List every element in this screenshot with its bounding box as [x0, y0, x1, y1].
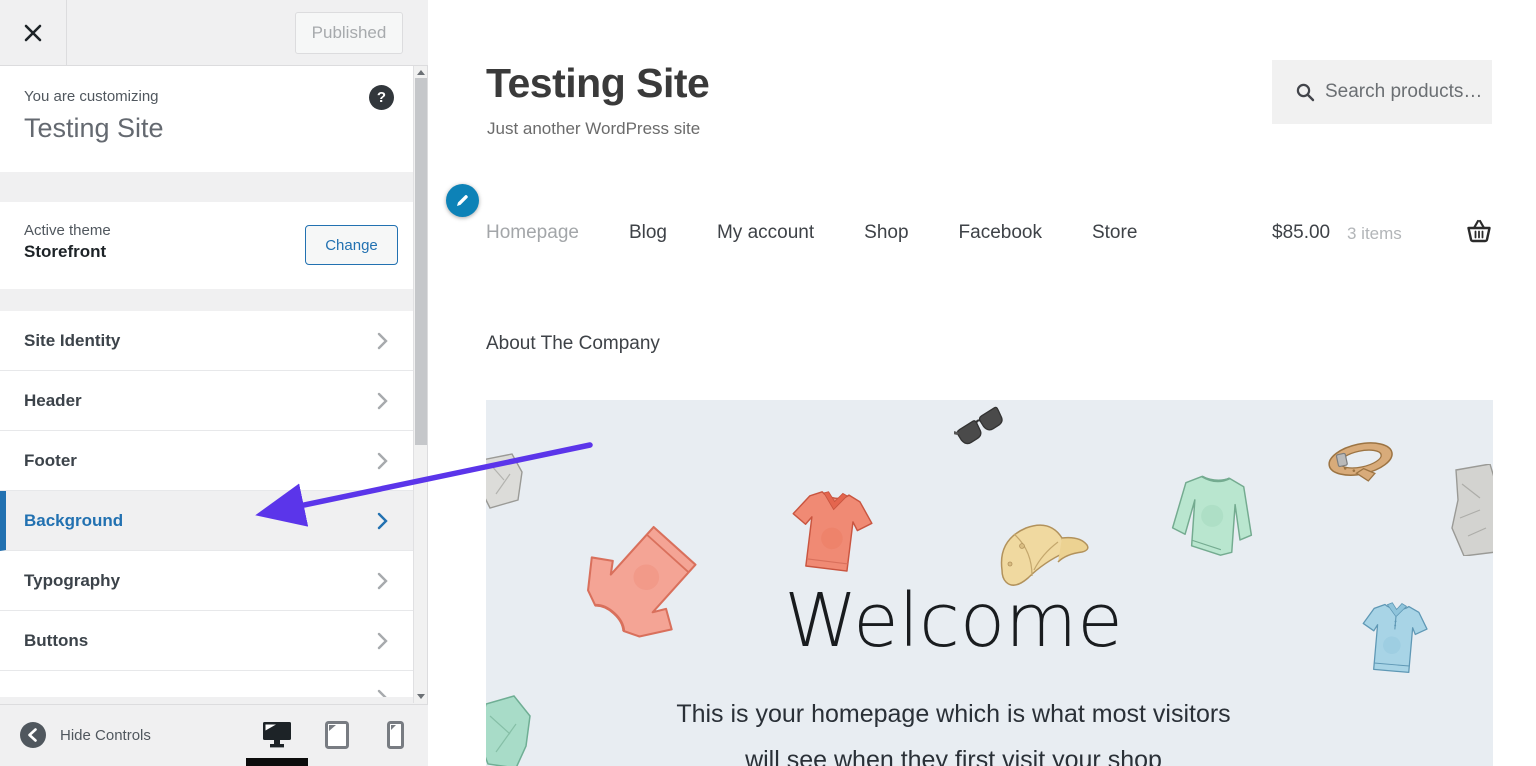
site-title[interactable]: Testing Site	[486, 60, 709, 107]
change-theme-button[interactable]: Change	[305, 225, 398, 265]
search-icon	[1296, 83, 1315, 102]
chevron-right-icon	[377, 512, 388, 530]
edit-shortcut-button[interactable]	[446, 184, 479, 217]
hero-heading: Welcome	[486, 578, 1421, 664]
published-button[interactable]: Published	[295, 12, 403, 54]
scrollbar-thumb[interactable]	[415, 78, 427, 445]
chevron-right-icon	[377, 689, 388, 697]
chevron-right-icon	[377, 452, 388, 470]
hide-controls-button[interactable]: Hide Controls	[20, 722, 151, 748]
sidebar-item-header[interactable]: Header	[0, 371, 414, 431]
nav-item-store[interactable]: Store	[1092, 222, 1137, 244]
wordpress-customizer-screen: Published You are customizing Testing Si…	[0, 0, 1536, 766]
customizer-menu: Site Identity Header Footer Background T…	[0, 311, 414, 697]
active-theme-panel: Active theme Storefront Change	[0, 202, 414, 289]
search-input[interactable]	[1325, 81, 1485, 103]
sidebar-item-typography[interactable]: Typography	[0, 551, 414, 611]
preview-mobile-button[interactable]	[387, 721, 404, 754]
chevron-right-icon	[377, 632, 388, 650]
sunglasses-illustration	[954, 400, 1008, 456]
sidebar-item-footer[interactable]: Footer	[0, 431, 414, 491]
shorts-illustration	[1450, 464, 1493, 556]
homepage-hero: Welcome This is your homepage which is w…	[486, 400, 1493, 766]
secondary-navigation: About The Company	[486, 322, 1493, 366]
site-tagline: Just another WordPress site	[487, 119, 700, 139]
site-preview: Testing Site Just another WordPress site…	[428, 0, 1536, 766]
basket-icon	[1466, 219, 1492, 243]
customizing-panel: You are customizing Testing Site ?	[0, 66, 414, 172]
cart-item-count: 3 items	[1347, 224, 1402, 244]
product-search-box[interactable]	[1272, 60, 1492, 124]
you-are-customizing-label: You are customizing	[24, 88, 390, 105]
nav-item-facebook[interactable]: Facebook	[959, 222, 1042, 244]
desktop-icon	[262, 721, 292, 749]
pencil-icon	[455, 193, 470, 208]
collapse-left-icon	[20, 722, 46, 748]
sidebar-scrollbar[interactable]	[413, 66, 427, 703]
close-customizer-button[interactable]	[0, 0, 67, 65]
sidebar-item-site-identity[interactable]: Site Identity	[0, 311, 414, 371]
close-icon	[24, 24, 42, 42]
nav-item-blog[interactable]: Blog	[629, 222, 667, 244]
cart-basket-button[interactable]	[1466, 219, 1492, 248]
customizing-site-name: Testing Site	[24, 113, 390, 144]
chevron-right-icon	[377, 572, 388, 590]
sidebar-item-buttons[interactable]: Buttons	[0, 611, 414, 671]
cart-total[interactable]: $85.00	[1272, 222, 1330, 244]
preview-desktop-button[interactable]	[262, 721, 292, 754]
primary-navigation: Homepage Blog My account Shop Facebook S…	[486, 206, 1493, 260]
nav-item-my-account[interactable]: My account	[717, 222, 814, 244]
v-neck-tshirt-illustration	[786, 482, 876, 580]
nav-item-about-the-company[interactable]: About The Company	[486, 333, 660, 355]
nav-item-shop[interactable]: Shop	[864, 222, 908, 244]
crumpled-shirt-illustration	[486, 450, 524, 512]
customizer-sidebar: Published You are customizing Testing Si…	[0, 0, 428, 766]
smartphone-icon	[387, 721, 404, 749]
hero-paragraph-line2: will see when they first visit your shop	[486, 746, 1421, 766]
customizer-topbar: Published	[0, 0, 428, 66]
hero-paragraph-line1: This is your homepage which is what most…	[486, 700, 1421, 729]
hide-controls-label: Hide Controls	[60, 727, 151, 744]
preview-tablet-button[interactable]	[325, 721, 349, 754]
scroll-up-arrow-icon[interactable]	[417, 70, 425, 75]
tablet-icon	[325, 721, 349, 749]
belt-illustration	[1324, 432, 1398, 490]
help-icon[interactable]: ?	[369, 85, 394, 110]
long-sleeve-shirt-illustration	[1168, 466, 1260, 566]
sidebar-item-clipped[interactable]	[0, 671, 414, 697]
customizer-footerbar: Hide Controls	[0, 704, 428, 766]
sidebar-item-background[interactable]: Background	[0, 491, 414, 551]
bottom-black-bar	[246, 758, 308, 766]
chevron-right-icon	[377, 332, 388, 350]
nav-item-homepage[interactable]: Homepage	[486, 222, 579, 244]
scroll-down-arrow-icon[interactable]	[417, 694, 425, 699]
chevron-right-icon	[377, 392, 388, 410]
